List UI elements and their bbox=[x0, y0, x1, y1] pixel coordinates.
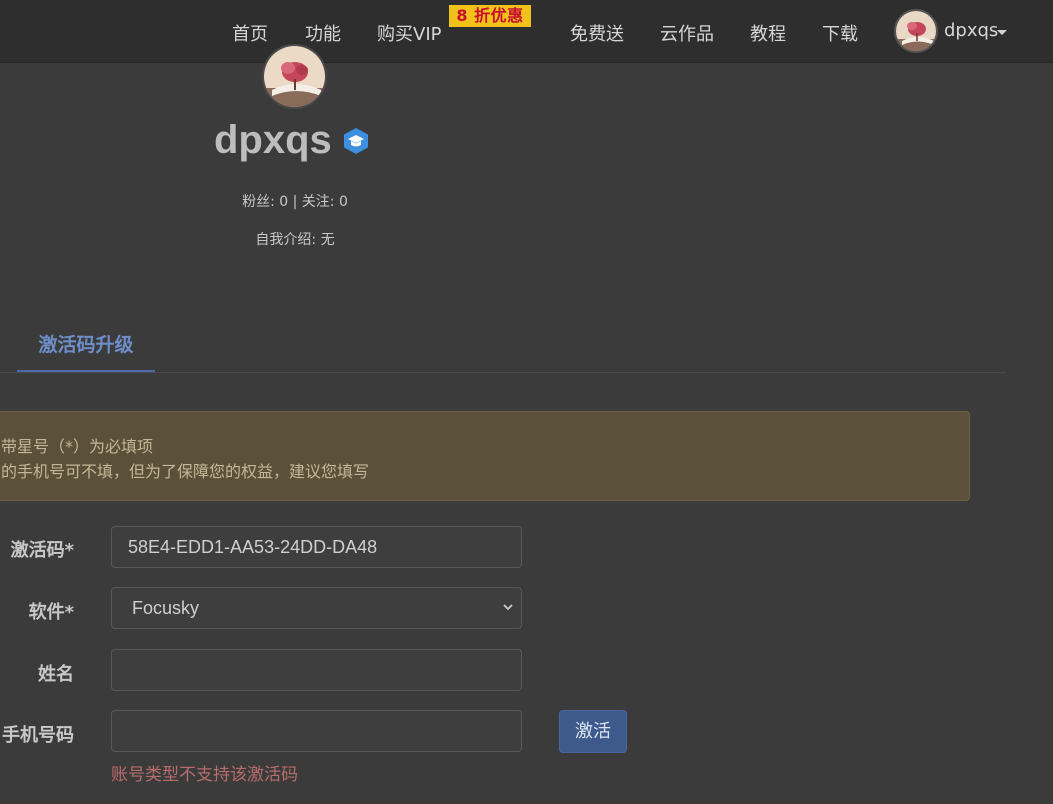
nav-item-features[interactable]: 功能 bbox=[305, 20, 341, 46]
phone-input[interactable] bbox=[111, 710, 522, 752]
name-label: 姓名 bbox=[38, 664, 74, 685]
error-message: 账号类型不支持该激活码 bbox=[111, 765, 298, 785]
vip-discount-badge[interactable]: 8 折优惠 bbox=[449, 5, 531, 27]
profile-bio: 自我介绍: 无 bbox=[255, 232, 335, 248]
alert-line-phone-note: 的手机号可不填，但为了保障您的权益，建议您填写 bbox=[1, 462, 370, 481]
info-alert: 带星号（*）为必填项 的手机号可不填，但为了保障您的权益，建议您填写 bbox=[0, 411, 970, 501]
nav-item-free[interactable]: 免费送 bbox=[570, 20, 624, 46]
top-nav-bar: 首页 功能 购买VIP 8 折优惠 免费送 云作品 教程 下载 dpxqs bbox=[0, 0, 1053, 63]
software-select[interactable]: Focusky bbox=[111, 587, 522, 629]
chevron-down-icon[interactable] bbox=[997, 30, 1007, 35]
alert-line-required: 带星号（*）为必填项 bbox=[1, 437, 154, 456]
activate-button[interactable]: 激活 bbox=[559, 710, 627, 753]
graduation-cap-icon bbox=[344, 128, 368, 154]
tab-activation-code-upgrade[interactable]: 激活码升级 bbox=[17, 320, 155, 373]
profile-name: dpxqs bbox=[214, 118, 332, 162]
nav-avatar[interactable] bbox=[894, 9, 938, 53]
software-label: 软件* bbox=[28, 602, 74, 623]
tab-divider bbox=[0, 372, 1006, 373]
nav-item-tutorials[interactable]: 教程 bbox=[750, 20, 786, 46]
phone-label: 手机号码 bbox=[2, 725, 74, 746]
name-input[interactable] bbox=[111, 649, 522, 691]
avatar-image-icon bbox=[264, 46, 325, 107]
avatar-image-icon bbox=[896, 11, 936, 51]
activation-code-label: 激活码* bbox=[10, 540, 74, 561]
chevron-down-icon[interactable] bbox=[502, 601, 514, 613]
activation-code-input[interactable] bbox=[111, 526, 522, 568]
nav-item-buy-vip[interactable]: 购买VIP bbox=[377, 20, 441, 46]
nav-item-home[interactable]: 首页 bbox=[232, 20, 268, 46]
profile-avatar bbox=[262, 44, 327, 109]
profile-stats: 粉丝: 0 | 关注: 0 bbox=[242, 194, 348, 210]
nav-item-download[interactable]: 下载 bbox=[822, 20, 858, 46]
nav-item-cloud-works[interactable]: 云作品 bbox=[660, 20, 714, 46]
software-select-value: Focusky bbox=[132, 598, 200, 618]
nav-username[interactable]: dpxqs bbox=[944, 20, 998, 41]
